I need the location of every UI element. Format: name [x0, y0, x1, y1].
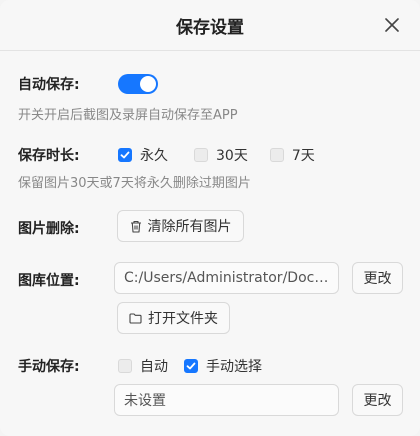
open-folder-button[interactable]: 打开文件夹 [117, 302, 230, 334]
delete-row: 图片删除: [18, 218, 80, 238]
option-label: 自动 [140, 359, 168, 375]
gallery-change-label: 更改 [363, 271, 392, 287]
option-label: 永久 [140, 148, 168, 164]
gallery-path-field[interactable]: C:/Users/Administrator/Documents/ [114, 262, 339, 294]
checkbox-unchecked-icon [194, 148, 208, 162]
retention-label: 保存时长: [18, 148, 80, 164]
manual-save-change-button[interactable]: 更改 [352, 384, 403, 416]
manual-save-option-manual[interactable]: 手动选择 [184, 356, 262, 376]
retention-option-permanent[interactable]: 永久 [118, 145, 168, 165]
retention-description: 保留图片30天或7天将永久删除过期图片 [18, 176, 251, 191]
close-button[interactable] [382, 15, 402, 35]
save-settings-dialog: 保存设置 自动保存: 开关开启后截图及录屏自动保存至APP 保存时长: 永久 3… [0, 0, 420, 436]
manual-save-path-value: 未设置 [124, 393, 166, 409]
manual-save-row: 手动保存: 自动 手动选择 [18, 356, 262, 376]
option-label: 30天 [216, 148, 248, 164]
folder-icon [129, 312, 142, 324]
auto-save-row: 自动保存: [18, 74, 158, 94]
close-icon [385, 18, 399, 32]
gallery-row: 图库位置: [18, 270, 80, 290]
dialog-title: 保存设置 [176, 17, 244, 38]
clear-all-images-label: 清除所有图片 [147, 219, 232, 235]
checkbox-unchecked-icon [118, 359, 132, 373]
auto-save-label: 自动保存: [18, 77, 80, 93]
open-folder-label: 打开文件夹 [148, 311, 218, 327]
option-label: 7天 [291, 148, 315, 164]
clear-all-images-button[interactable]: 清除所有图片 [117, 210, 244, 242]
option-label: 手动选择 [206, 359, 262, 375]
checkbox-checked-icon [184, 359, 198, 373]
trash-icon [130, 220, 141, 233]
manual-save-option-auto[interactable]: 自动 [118, 356, 168, 376]
retention-option-30-days[interactable]: 30天 [194, 145, 248, 165]
gallery-label: 图库位置: [18, 273, 80, 289]
manual-save-label: 手动保存: [18, 359, 80, 375]
delete-label: 图片删除: [18, 221, 80, 237]
dialog-header: 保存设置 [0, 0, 420, 51]
gallery-path-value: C:/Users/Administrator/Documents/ [124, 270, 329, 286]
gallery-change-button[interactable]: 更改 [352, 262, 403, 294]
manual-save-change-label: 更改 [363, 393, 392, 409]
auto-save-description: 开关开启后截图及录屏自动保存至APP [18, 108, 238, 123]
auto-save-toggle[interactable] [118, 74, 158, 94]
checkbox-checked-icon [118, 148, 132, 162]
retention-row: 保存时长: 永久 30天 7天 [18, 145, 315, 165]
manual-save-path-field[interactable]: 未设置 [114, 384, 339, 416]
retention-option-7-days[interactable]: 7天 [269, 145, 315, 165]
checkbox-unchecked-icon [269, 148, 284, 162]
